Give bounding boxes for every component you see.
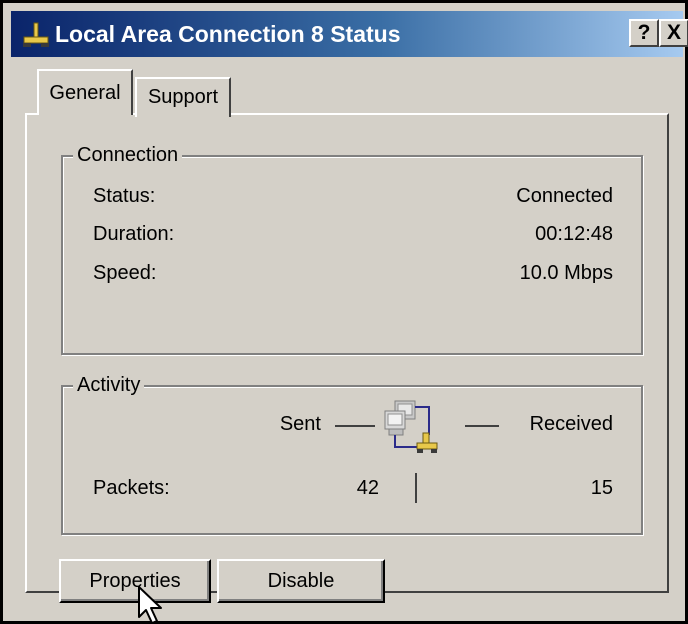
tab-general[interactable]: General [37, 69, 133, 115]
connection-legend: Connection [73, 142, 183, 168]
sent-label: Sent [279, 413, 321, 435]
packets-sent-value: 42 [356, 477, 379, 499]
network-computers-icon [384, 400, 438, 453]
speed-value: 10.0 Mbps [519, 262, 613, 284]
network-connection-icon [23, 22, 49, 47]
packets-label: Packets: [93, 477, 170, 499]
activity-group: Activity [61, 372, 643, 535]
disable-button[interactable]: Disable [217, 559, 385, 603]
status-value: Connected [516, 185, 613, 207]
speed-label: Speed: [93, 262, 157, 284]
packets-divider [415, 473, 417, 503]
received-line [465, 425, 499, 427]
status-label: Status: [93, 185, 156, 207]
window-title: Local Area Connection 8 Status [55, 21, 401, 47]
duration-label: Duration: [93, 223, 175, 245]
status-dialog: Local Area Connection 8 Status ? X Gener… [0, 0, 688, 624]
received-label: Received [529, 413, 613, 435]
activity-legend: Activity [73, 372, 145, 398]
properties-button[interactable]: Properties [59, 559, 211, 603]
sent-line [335, 425, 375, 427]
help-button[interactable]: ? [629, 19, 659, 47]
tab-support[interactable]: Support [135, 77, 231, 117]
close-button[interactable]: X [659, 19, 688, 47]
title-bar[interactable]: Local Area Connection 8 Status ? X [11, 11, 688, 57]
mouse-pointer-icon [138, 586, 162, 624]
duration-value: 00:12:48 [535, 223, 613, 245]
packets-received-value: 15 [590, 477, 613, 499]
